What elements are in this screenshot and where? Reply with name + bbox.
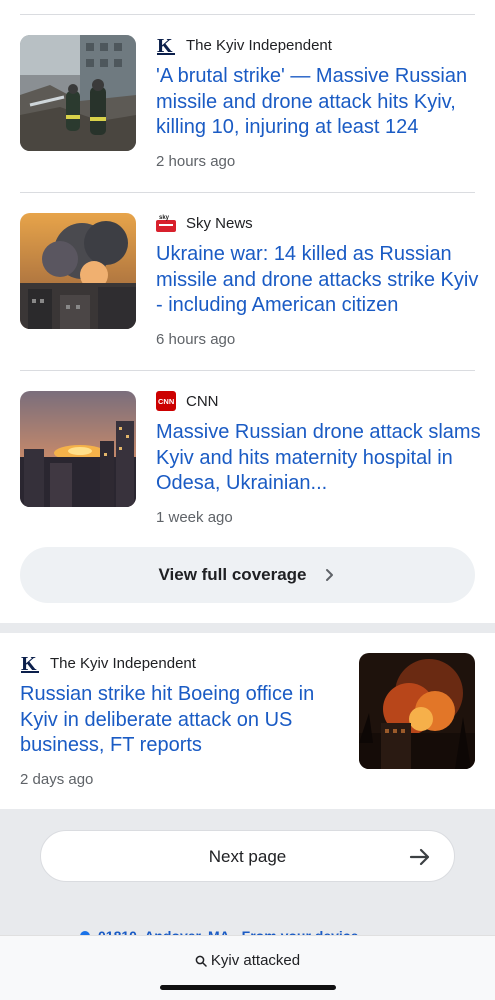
article-source: sky Sky News [156, 213, 253, 233]
article-source: K The Kyiv Independent [156, 35, 332, 55]
article-item[interactable]: sky Sky News Ukraine war: 14 killed as R… [0, 193, 495, 371]
article-thumbnail[interactable] [20, 391, 136, 507]
kyiv-independent-logo-icon: K [20, 653, 40, 673]
full-coverage-card: K The Kyiv Independent 'A brutal strike'… [0, 0, 495, 623]
coverage-label: View full coverage [158, 565, 307, 584]
article-item[interactable]: CNN CNN Massive Russian drone attack sla… [0, 371, 495, 549]
article-thumbnail[interactable] [20, 213, 136, 329]
source-name: Sky News [186, 214, 253, 232]
source-name: The Kyiv Independent [50, 654, 196, 672]
article-age: 2 days ago [20, 771, 94, 788]
home-indicator[interactable] [160, 985, 336, 990]
svg-text:sky: sky [159, 215, 170, 221]
svg-text:K: K [21, 653, 37, 673]
article-headline-link[interactable]: Russian strike hit Boeing office in Kyiv… [20, 682, 335, 759]
chevron-right-icon [323, 568, 337, 582]
svg-text:CNN: CNN [158, 397, 174, 406]
view-full-coverage-button[interactable]: View full coverage [20, 547, 475, 603]
cnn-logo-icon: CNN [156, 391, 176, 411]
search-icon [195, 955, 207, 967]
article-thumbnail[interactable] [20, 35, 136, 151]
kyiv-independent-logo-icon: K [156, 35, 176, 55]
article-age: 2 hours ago [156, 153, 236, 170]
source-name: The Kyiv Independent [186, 36, 332, 54]
article-headline-link[interactable]: Massive Russian drone attack slams Kyiv … [156, 420, 481, 497]
article-source: CNN CNN [156, 391, 219, 411]
search-query[interactable]: Kyiv attacked [0, 952, 495, 969]
article-item[interactable]: K The Kyiv Independent 'A brutal strike'… [0, 15, 495, 193]
article-age: 6 hours ago [156, 331, 236, 348]
article-source: K The Kyiv Independent [20, 653, 196, 673]
source-name: CNN [186, 392, 219, 410]
search-query-text: Kyiv attacked [210, 952, 301, 969]
next-page-label: Next page [208, 847, 287, 866]
article-age: 1 week ago [156, 509, 233, 526]
article-headline-link[interactable]: 'A brutal strike' — Massive Russian miss… [156, 64, 481, 141]
article-headline-link[interactable]: Ukraine war: 14 killed as Russian missil… [156, 242, 481, 319]
news-card[interactable]: K The Kyiv Independent Russian strike hi… [0, 633, 495, 809]
svg-text:K: K [157, 35, 173, 55]
arrow-right-icon [408, 845, 432, 869]
bottom-search-bar[interactable]: Kyiv attacked [0, 935, 495, 1000]
article-thumbnail[interactable] [359, 653, 475, 769]
next-page-button[interactable]: Next page [40, 830, 455, 882]
sky-news-logo-icon: sky [156, 213, 176, 233]
